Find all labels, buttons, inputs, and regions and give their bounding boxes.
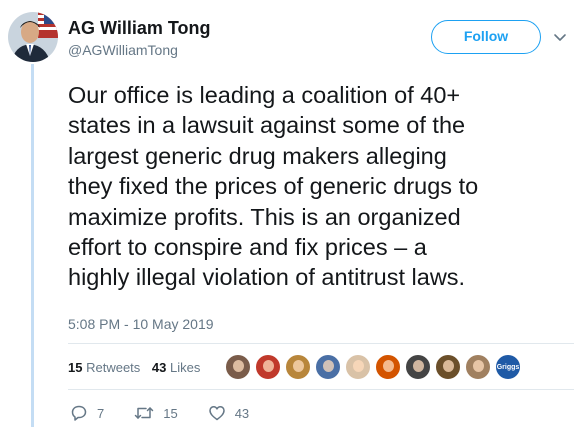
liker-face-shape [473,360,484,372]
engagement-stats: 15 Retweets 43 Likes [68,360,200,375]
avatar-face-icon[interactable] [285,354,311,380]
like-count: 43 [234,405,250,421]
reply-button[interactable]: 7 [70,404,104,422]
liker-avatar-text: Griggs [496,364,520,371]
liker-face-shape [383,360,394,372]
author-display-name[interactable]: AG William Tong [68,18,211,39]
avatar-figure-icon[interactable] [375,354,401,380]
avatar-pattern-icon[interactable] [405,354,431,380]
liker-face-shape [443,360,454,372]
person-photo-icon [8,12,58,62]
avatar-logo-icon[interactable]: Griggs [495,354,521,380]
reply-icon [71,405,87,421]
liker-face-shape [353,360,364,372]
liker-face-shape [263,360,274,372]
liker-avatars: Griggs [225,354,525,380]
avatar-colorful-icon[interactable] [255,354,281,380]
avatar-animal-icon[interactable] [465,354,491,380]
retweet-icon [134,407,154,419]
tweet-timestamp[interactable]: 5:08 PM - 10 May 2019 [68,316,214,332]
divider [68,389,574,390]
liker-face-shape [293,360,304,372]
tweet-actions: 7 15 43 [70,403,279,423]
retweets-stat[interactable]: 15 Retweets [68,360,140,375]
thread-line [31,64,34,427]
author-avatar[interactable] [8,12,58,62]
heart-icon [208,406,225,421]
avatar-face-icon[interactable] [315,354,341,380]
avatar-face-icon[interactable] [345,354,371,380]
retweet-count: 15 [163,405,178,421]
avatar-face-icon[interactable] [435,354,461,380]
chevron-down-icon [554,34,566,41]
more-options-caret[interactable] [553,30,567,44]
liker-face-shape [233,360,244,372]
likes-stat-label: Likes [170,360,201,375]
retweets-stat-count: 15 [68,360,83,375]
likes-stat-count: 43 [151,360,167,375]
liker-face-shape [323,360,334,372]
tweet-text: Our office is leading a coalition of 40+… [68,82,479,291]
like-button[interactable]: 43 [208,404,249,422]
reply-count: 7 [97,405,105,421]
likes-stat[interactable]: 43 Likes [152,360,200,375]
follow-button[interactable]: Follow [431,20,541,54]
author-handle[interactable]: @AGWilliamTong [68,42,178,58]
avatar-face-icon[interactable] [225,354,251,380]
divider [68,343,574,344]
retweets-stat-label: Retweets [86,360,141,375]
tweet-card: AG William Tong @AGWilliamTong Follow Ou… [0,0,585,427]
retweet-button[interactable]: 15 [134,404,178,422]
liker-face-shape [413,360,424,372]
